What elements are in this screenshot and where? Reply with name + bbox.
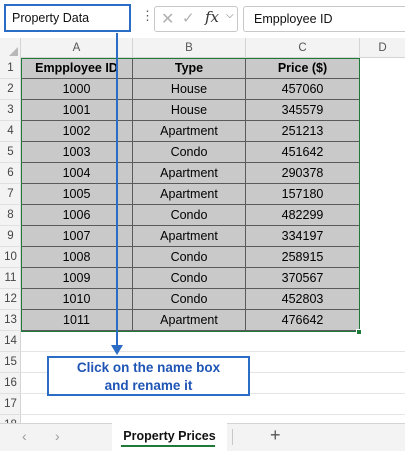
callout-line-2: and rename it xyxy=(104,378,193,393)
row-header[interactable]: 5 xyxy=(0,142,21,163)
row-header[interactable]: 7 xyxy=(0,184,21,205)
chevron-right-icon[interactable]: › xyxy=(55,428,60,444)
insert-function-icon[interactable]: fx xyxy=(205,8,219,26)
row-header[interactable]: 4 xyxy=(0,121,21,142)
name-box[interactable]: Property Data xyxy=(4,4,131,32)
select-all-triangle-icon xyxy=(9,47,18,56)
annotation-callout: Click on the name box and rename it xyxy=(47,356,250,396)
annotation-arrow xyxy=(116,33,118,349)
active-tab-indicator xyxy=(121,445,215,447)
column-header-c[interactable]: C xyxy=(246,38,360,58)
row-header[interactable]: 3 xyxy=(0,100,21,121)
empty-row[interactable] xyxy=(21,394,405,415)
row-header[interactable]: 8 xyxy=(0,205,21,226)
selection-border xyxy=(21,58,360,332)
enter-icon[interactable]: ✓ xyxy=(182,9,195,27)
tab-divider xyxy=(232,429,233,445)
row-header[interactable]: 14 xyxy=(0,331,21,352)
chevron-left-icon[interactable]: ‹ xyxy=(22,428,27,444)
column-header-d[interactable]: D xyxy=(360,38,405,58)
row-header[interactable]: 16 xyxy=(0,373,21,394)
column-header-b[interactable]: B xyxy=(133,38,246,58)
row-header[interactable]: 10 xyxy=(0,247,21,268)
formula-input[interactable]: Empployee ID xyxy=(243,6,405,32)
callout-line-1: Click on the name box xyxy=(76,360,221,375)
empty-row[interactable] xyxy=(21,331,405,352)
row-header[interactable]: 2 xyxy=(0,79,21,100)
row-header[interactable]: 6 xyxy=(0,163,21,184)
row-header[interactable]: 11 xyxy=(0,268,21,289)
chevron-down-icon[interactable]: ⌵ xyxy=(226,10,234,21)
cancel-icon[interactable]: ✕ xyxy=(161,9,174,29)
fill-handle[interactable] xyxy=(356,329,362,335)
row-header[interactable]: 13 xyxy=(0,310,21,331)
add-sheet-icon[interactable]: + xyxy=(270,425,281,446)
row-header[interactable]: 9 xyxy=(0,226,21,247)
row-header[interactable]: 1 xyxy=(0,58,21,79)
row-header[interactable]: 12 xyxy=(0,289,21,310)
row-header[interactable]: 15 xyxy=(0,352,21,373)
arrow-head-icon xyxy=(111,345,123,355)
more-options-icon[interactable]: ⋮ xyxy=(141,8,154,24)
row-header[interactable]: 17 xyxy=(0,394,21,415)
